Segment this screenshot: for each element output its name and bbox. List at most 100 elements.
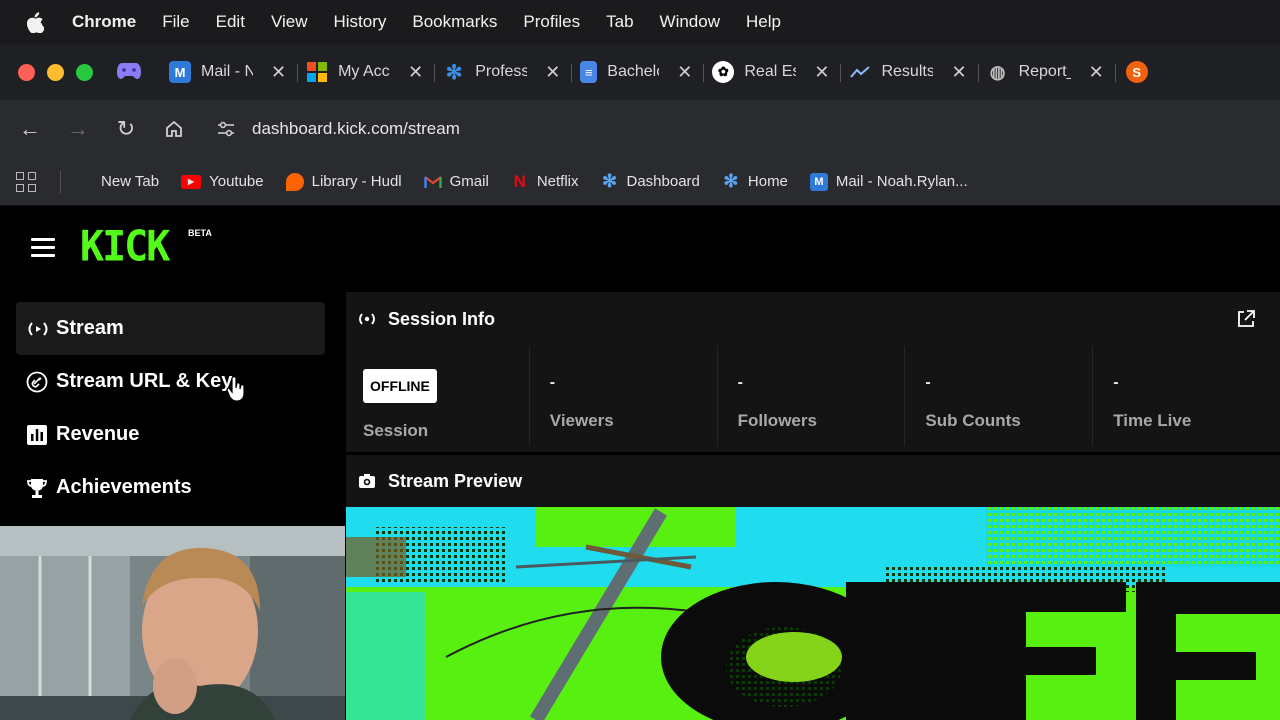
stat-sub-counts: - Sub Counts — [904, 346, 1092, 454]
stat-value: - — [737, 374, 743, 391]
bookmark-label: Library - Hudl — [311, 173, 402, 190]
beta-badge: BETA — [188, 228, 212, 238]
sidebar-item-label: Revenue — [56, 423, 140, 445]
sidebar-item-stream-url-key[interactable]: Stream URL & Key — [16, 355, 325, 408]
browser-tab[interactable]: M Mail - N ✕ — [159, 52, 299, 92]
browser-tab-strip: M Mail - N ✕ My Acc ✕ ✻ Profess ✕ ≡ Bach… — [0, 44, 1280, 100]
gmail-icon — [423, 173, 442, 191]
session-info-title: Session Info — [388, 308, 496, 329]
bookmark-netflix[interactable]: N Netflix — [511, 172, 579, 191]
offline-status-badge: OFFLINE — [363, 369, 437, 403]
bookmark-mail[interactable]: M Mail - Noah.Rylan... — [809, 172, 968, 191]
home-button[interactable] — [150, 119, 198, 139]
menu-edit[interactable]: Edit — [203, 12, 258, 32]
browser-tab[interactable]: S — [1114, 52, 1158, 92]
sidebar-item-achievements[interactable]: Achievements — [16, 461, 325, 514]
bookmark-label: Home — [747, 173, 788, 190]
bookmark-label: Dashboard — [626, 173, 700, 190]
offline-banner-graphic — [346, 507, 1280, 720]
browser-tab[interactable]: ✻ Profess ✕ — [433, 52, 573, 92]
bookmark-dashboard[interactable]: ✻ Dashboard — [601, 171, 700, 191]
menu-tab[interactable]: Tab — [593, 12, 646, 32]
apps-grid-icon[interactable] — [16, 171, 38, 192]
browser-tab[interactable]: ◍ Report_ ✕ — [977, 52, 1116, 92]
trophy-icon — [16, 477, 56, 499]
camera-icon — [358, 473, 376, 489]
bookmark-gmail[interactable]: Gmail — [423, 173, 489, 191]
hudl-icon — [285, 172, 304, 191]
bar-chart-icon — [16, 424, 56, 446]
tab-pinned-extension[interactable] — [113, 52, 159, 92]
home-icon — [166, 120, 182, 137]
brand-icon: S — [1125, 61, 1148, 83]
kick-logo[interactable]: KICK — [80, 226, 170, 268]
zoom-window-button[interactable] — [76, 63, 93, 81]
bookmark-youtube[interactable]: ▶ Youtube — [181, 173, 264, 190]
sidebar-item-revenue[interactable]: Revenue — [16, 408, 325, 461]
menu-bookmarks[interactable]: Bookmarks — [399, 12, 510, 32]
stream-preview-header: Stream Preview — [346, 455, 1280, 507]
bookmark-label: Mail - Noah.Rylan... — [835, 173, 968, 190]
close-tab-icon[interactable]: ✕ — [677, 62, 692, 83]
gear-icon: ✻ — [723, 171, 739, 191]
menu-file[interactable]: File — [149, 12, 202, 32]
webcam-overlay — [0, 526, 345, 720]
browser-tab[interactable]: ≡ Bachelo ✕ — [570, 52, 705, 92]
close-tab-icon[interactable]: ✕ — [814, 62, 829, 83]
site-settings-icon[interactable] — [214, 117, 238, 141]
stat-value: - — [1113, 374, 1119, 391]
close-tab-icon[interactable]: ✕ — [1089, 62, 1104, 83]
menu-window[interactable]: Window — [647, 12, 733, 32]
back-button[interactable]: ← — [6, 116, 54, 142]
tab-title: Profess — [475, 63, 528, 80]
forward-button[interactable]: → — [54, 116, 102, 142]
menu-profiles[interactable]: Profiles — [510, 12, 593, 32]
link-icon — [16, 371, 56, 393]
menu-toggle-icon[interactable] — [31, 238, 55, 262]
address-bar[interactable]: dashboard.kick.com/stream — [204, 109, 1280, 149]
minimize-window-button[interactable] — [47, 63, 64, 81]
stat-label: Followers — [737, 411, 817, 430]
tab-title: Report_ — [1018, 63, 1071, 80]
close-tab-icon[interactable]: ✕ — [951, 62, 966, 83]
session-stats: OFFLINE Session - Viewers - Followers - … — [346, 346, 1280, 454]
dashboard-sidebar: Stream Stream URL & Key Revenue Achievem… — [16, 302, 325, 514]
close-window-button[interactable] — [18, 63, 35, 81]
menu-view[interactable]: View — [258, 12, 321, 32]
stat-label: Session — [363, 421, 429, 440]
bookmark-hudl[interactable]: Library - Hudl — [285, 172, 402, 191]
popout-icon[interactable] — [1236, 309, 1256, 334]
reload-button[interactable]: ↻ — [102, 116, 150, 142]
menu-help[interactable]: Help — [733, 12, 794, 32]
bookmark-new-tab[interactable]: New Tab — [75, 173, 159, 191]
browser-tab[interactable]: Results ✕ — [839, 52, 979, 92]
bookmarks-divider — [60, 170, 61, 193]
microsoft-icon — [306, 61, 328, 83]
sidebar-item-stream[interactable]: Stream — [16, 302, 325, 355]
bookmark-home[interactable]: ✻ Home — [722, 171, 788, 191]
openai-icon: ✿ — [712, 61, 735, 83]
url-text[interactable]: dashboard.kick.com/stream — [252, 119, 460, 139]
close-tab-icon[interactable]: ✕ — [545, 62, 560, 83]
bookmark-label: New Tab — [101, 173, 160, 190]
menu-history[interactable]: History — [320, 12, 399, 32]
apple-icon[interactable] — [26, 11, 46, 33]
browser-tab[interactable]: My Acc ✕ — [296, 52, 436, 92]
outlook-icon: M — [169, 61, 191, 83]
session-info-panel: Session Info OFFLINE Session - Viewers -… — [346, 292, 1280, 452]
stat-session: OFFLINE Session — [346, 346, 529, 454]
browser-tab[interactable]: ✿ Real Es ✕ — [702, 52, 842, 92]
tab-title: Real Es — [744, 63, 797, 80]
bookmarks-bar: New Tab ▶ Youtube Library - Hudl Gmail N… — [0, 158, 1280, 206]
menu-app-chrome[interactable]: Chrome — [72, 12, 149, 32]
macos-menu-bar: Chrome File Edit View History Bookmarks … — [0, 0, 1280, 44]
mouse-cursor-icon — [226, 376, 245, 402]
tab-title: Mail - N — [201, 63, 253, 80]
stat-value: - — [925, 374, 931, 391]
close-tab-icon[interactable]: ✕ — [408, 62, 423, 83]
gear-icon: ✻ — [445, 61, 463, 84]
browser-toolbar: ← → ↻ dashboard.kick.com/stream — [0, 100, 1280, 158]
webcam-feed-image — [0, 526, 345, 720]
broadcast-icon — [358, 313, 376, 325]
close-tab-icon[interactable]: ✕ — [271, 62, 286, 83]
